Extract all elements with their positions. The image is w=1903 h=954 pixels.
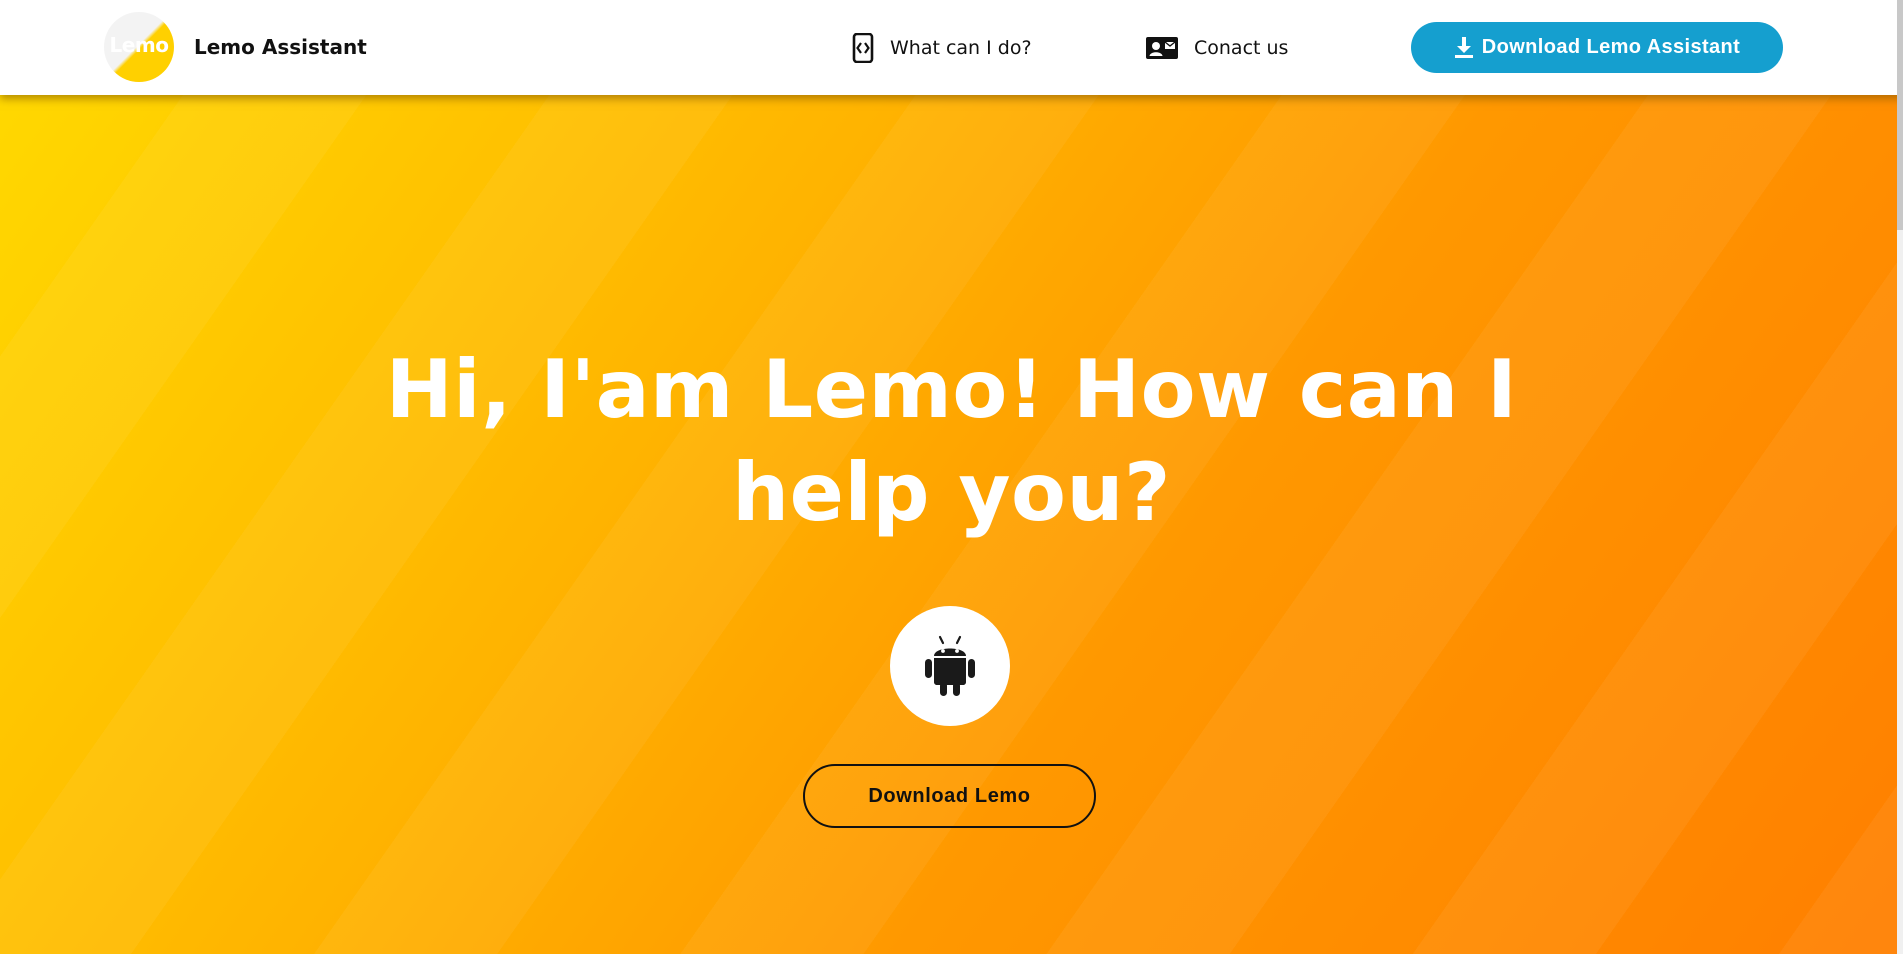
- brand-link[interactable]: Lemo Lemo Assistant: [104, 12, 367, 82]
- contact-card-icon: [1146, 35, 1178, 61]
- nav-what-can-i-do[interactable]: What can I do?: [852, 30, 1032, 66]
- android-badge: [890, 606, 1010, 726]
- download-button-label: Download Lemo Assistant: [1481, 36, 1741, 58]
- logo-text: Lemo: [109, 33, 169, 57]
- nav-contact-label: Conact us: [1194, 37, 1289, 59]
- phone-code-icon: [852, 33, 874, 63]
- android-icon: [925, 635, 975, 696]
- hero-title-line2: help you?: [732, 446, 1171, 539]
- hero-title: Hi, I'am Lemo! How can I help you?: [0, 338, 1903, 544]
- download-lemo-assistant-button[interactable]: Download Lemo Assistant: [1411, 22, 1783, 73]
- hero-section: Hi, I'am Lemo! How can I help you? Downl…: [0, 95, 1903, 954]
- download-icon: [1454, 36, 1474, 59]
- scrollbar-thumb[interactable]: [1897, 0, 1903, 230]
- hero-title-line1: Hi, I'am Lemo! How can I: [385, 343, 1518, 436]
- navbar: Lemo Lemo Assistant What can I do? Conac…: [0, 0, 1903, 95]
- nav-what-label: What can I do?: [890, 37, 1032, 59]
- page-scrollbar[interactable]: [1897, 0, 1903, 954]
- nav-contact-us[interactable]: Conact us: [1146, 30, 1288, 66]
- lemo-logo: Lemo: [104, 12, 174, 82]
- download-lemo-button[interactable]: Download Lemo: [803, 764, 1096, 828]
- brand-name: Lemo Assistant: [194, 35, 367, 59]
